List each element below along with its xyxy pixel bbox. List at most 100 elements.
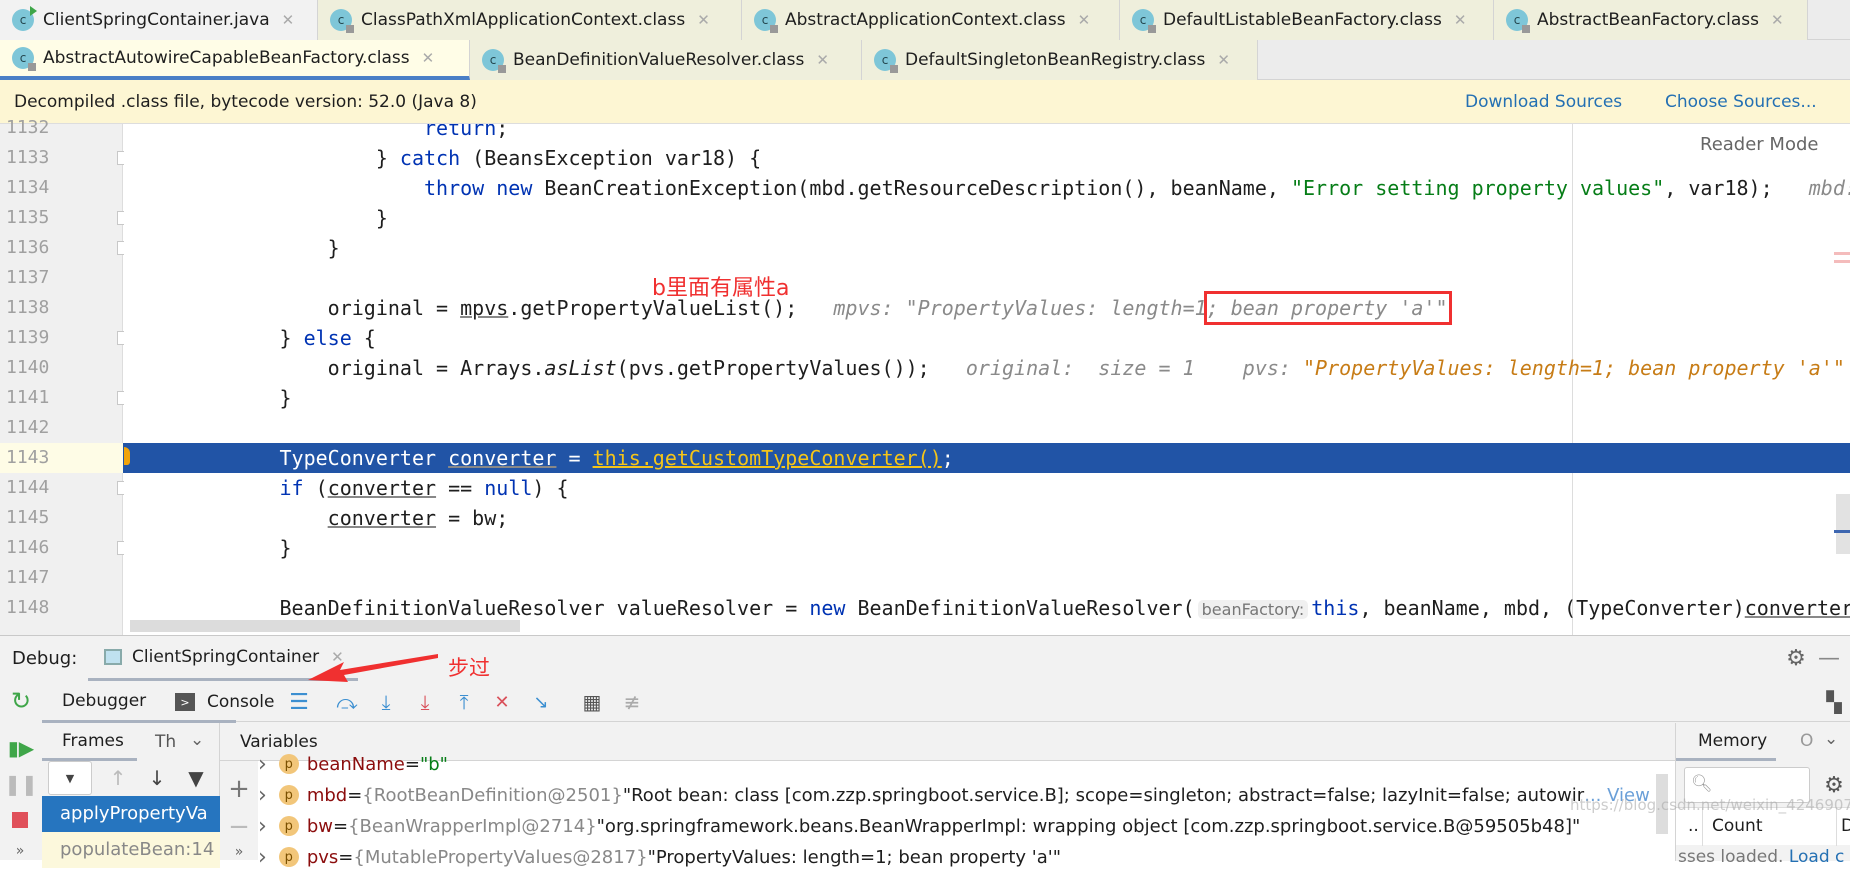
code-editor[interactable]: Reader Mode return; } catch (BeansExcept…	[124, 124, 1850, 635]
trace-icon[interactable]: ≢	[618, 688, 646, 716]
editor-tab[interactable]: c DefaultListableBeanFactory.class ✕	[1120, 0, 1494, 40]
tab-memory[interactable]: Memory	[1676, 723, 1776, 761]
variable-row[interactable]: › p bw = {BeanWrapperImpl@2714} "org.sprin…	[258, 810, 1580, 842]
editor-tabs-row-1: c ClientSpringContainer.java ✕ c ClassPathXm…	[0, 0, 1850, 40]
code-line: }	[124, 533, 1850, 563]
arrow-up-icon[interactable]: ↑	[106, 764, 130, 792]
code-line: } else {	[124, 323, 1850, 353]
frame-item[interactable]: populateBean:14	[42, 832, 220, 868]
code-line: return;	[124, 124, 1850, 143]
decompiled-banner: Decompiled .class file, bytecode version…	[0, 80, 1850, 124]
step-over-icon[interactable]: ⤼	[333, 688, 361, 716]
rerun-icon[interactable]: ↻	[6, 686, 36, 716]
code-token: new	[496, 176, 533, 200]
add-watch-icon[interactable]: +	[226, 774, 252, 804]
line-number: 1141	[6, 387, 50, 408]
parameter-icon: p	[278, 847, 299, 867]
editor-tab[interactable]: c AbstractBeanFactory.class ✕	[1494, 0, 1808, 40]
line-number: 1145	[6, 507, 50, 528]
line-number: 1139	[6, 327, 50, 348]
evaluate-expression-icon[interactable]: ▦	[578, 688, 606, 716]
editor-tab[interactable]: c AbstractAutowireCapableBeanFactory.clas…	[0, 40, 470, 80]
expand-arrow-icon[interactable]: ›	[258, 845, 267, 870]
download-sources-link[interactable]: Download Sources	[1465, 92, 1622, 112]
column-count[interactable]: Count	[1712, 816, 1763, 836]
code-token: "PropertyValues: length=1; bean property…	[1303, 356, 1845, 380]
tab-overhead[interactable]: O	[1800, 731, 1813, 751]
chevron-down-icon[interactable]: ⌄	[1824, 729, 1838, 749]
pause-icon[interactable]: ❚❚	[4, 769, 38, 799]
thread-dropdown[interactable]: ▼	[48, 761, 92, 795]
code-token: =	[556, 446, 593, 470]
minimize-icon[interactable]: —	[1815, 644, 1843, 672]
line-number: 1143	[0, 443, 123, 473]
line-number: 1132	[6, 117, 50, 138]
class-file-icon: c	[12, 47, 36, 71]
arrow-down-icon[interactable]: ↓	[145, 764, 169, 792]
code-line: if (converter == null) {	[124, 473, 1850, 503]
close-tab-icon[interactable]: ✕	[422, 49, 435, 67]
bulb-icon[interactable]	[124, 447, 130, 465]
expand-arrow-icon[interactable]: ›	[258, 814, 267, 839]
code-token: null	[484, 476, 533, 500]
code-line: }	[124, 203, 1850, 233]
annotation-note: b里面有属性a	[652, 276, 790, 301]
chevron-down-icon[interactable]: ⌄	[190, 730, 204, 750]
drop-frame-icon[interactable]: ✕	[488, 688, 516, 716]
close-tab-icon[interactable]: ✕	[816, 51, 829, 69]
step-into-icon[interactable]: ⤓	[372, 688, 400, 716]
choose-sources-link[interactable]: Choose Sources...	[1665, 92, 1817, 112]
more-icon[interactable]: »	[8, 841, 32, 861]
code-token: = bw;	[436, 506, 509, 530]
close-tab-icon[interactable]: ✕	[1217, 51, 1230, 69]
close-tab-icon[interactable]: ✕	[1771, 11, 1784, 29]
banner-message: Decompiled .class file, bytecode version…	[14, 91, 477, 112]
expand-arrow-icon[interactable]: ›	[258, 752, 267, 777]
close-tab-icon[interactable]: ✕	[697, 11, 710, 29]
column-class[interactable]: ..	[1688, 816, 1699, 836]
force-step-into-icon[interactable]: ⤓	[411, 688, 439, 716]
editor-tab[interactable]: c ClientSpringContainer.java ✕	[0, 0, 318, 40]
code-token: }	[327, 236, 340, 260]
restore-layout-icon[interactable]: ▚	[1820, 688, 1848, 716]
gear-icon[interactable]: ⚙	[1820, 771, 1848, 799]
step-out-icon[interactable]: ⤒	[450, 688, 478, 716]
remove-watch-icon[interactable]: −	[226, 812, 252, 842]
expand-arrow-icon[interactable]: ›	[258, 783, 267, 808]
resume-icon[interactable]: ▮▶	[6, 733, 36, 763]
gear-icon[interactable]: ⚙	[1782, 644, 1810, 672]
column-diff[interactable]: Di	[1841, 816, 1850, 836]
filter-icon[interactable]: ▼	[184, 764, 208, 792]
variable-row[interactable]: › p pvs = {MutablePropertyValues@2817} "Pr…	[258, 841, 1061, 873]
load-classes-link[interactable]: Load c	[1789, 847, 1845, 867]
editor-tab[interactable]: c DefaultSingletonBeanRegistry.class ✕	[862, 40, 1258, 80]
variable-name: beanName	[306, 753, 405, 775]
close-tab-icon[interactable]: ✕	[1454, 11, 1467, 29]
tab-threads[interactable]: Th	[155, 732, 176, 752]
editor-tab[interactable]: c AbstractApplicationContext.class ✕	[742, 0, 1120, 40]
code-token: converter	[448, 446, 557, 470]
code-token: throw	[423, 176, 485, 200]
class-file-icon: c	[1506, 9, 1530, 33]
code-token: "Error setting property values"	[1290, 176, 1665, 200]
class-file-icon: c	[482, 49, 506, 73]
frame-item[interactable]: applyPropertyVa	[42, 796, 220, 832]
close-tab-icon[interactable]: ✕	[1078, 11, 1091, 29]
close-tab-icon[interactable]: ✕	[282, 11, 295, 29]
stop-icon[interactable]	[8, 808, 32, 832]
code-token: (BeansException var18) {	[460, 146, 762, 170]
more-icon[interactable]: »	[228, 844, 250, 860]
editor-tab[interactable]: c ClassPathXmlApplicationContext.class ✕	[318, 0, 742, 40]
variable-row[interactable]: › p mbd = {RootBeanDefinition@2501} "Root …	[258, 779, 1650, 811]
tab-frames[interactable]: Frames	[42, 723, 137, 761]
code-token: converter	[327, 476, 437, 500]
annotation-arrow	[308, 654, 438, 682]
variable-value: "Root bean: class [com.zzp.springboot.se…	[622, 784, 1585, 806]
layout-list-icon[interactable]: ☰	[285, 688, 313, 716]
editor-tab[interactable]: c BeanDefinitionValueResolver.class ✕	[470, 40, 862, 80]
code-token: original = Arrays.	[327, 356, 545, 380]
line-number: 1148	[6, 597, 50, 618]
run-to-cursor-icon[interactable]: ↘	[527, 688, 555, 716]
variable-row[interactable]: › p beanName = "b"	[258, 748, 448, 780]
tab-console[interactable]: > Console	[175, 682, 275, 722]
